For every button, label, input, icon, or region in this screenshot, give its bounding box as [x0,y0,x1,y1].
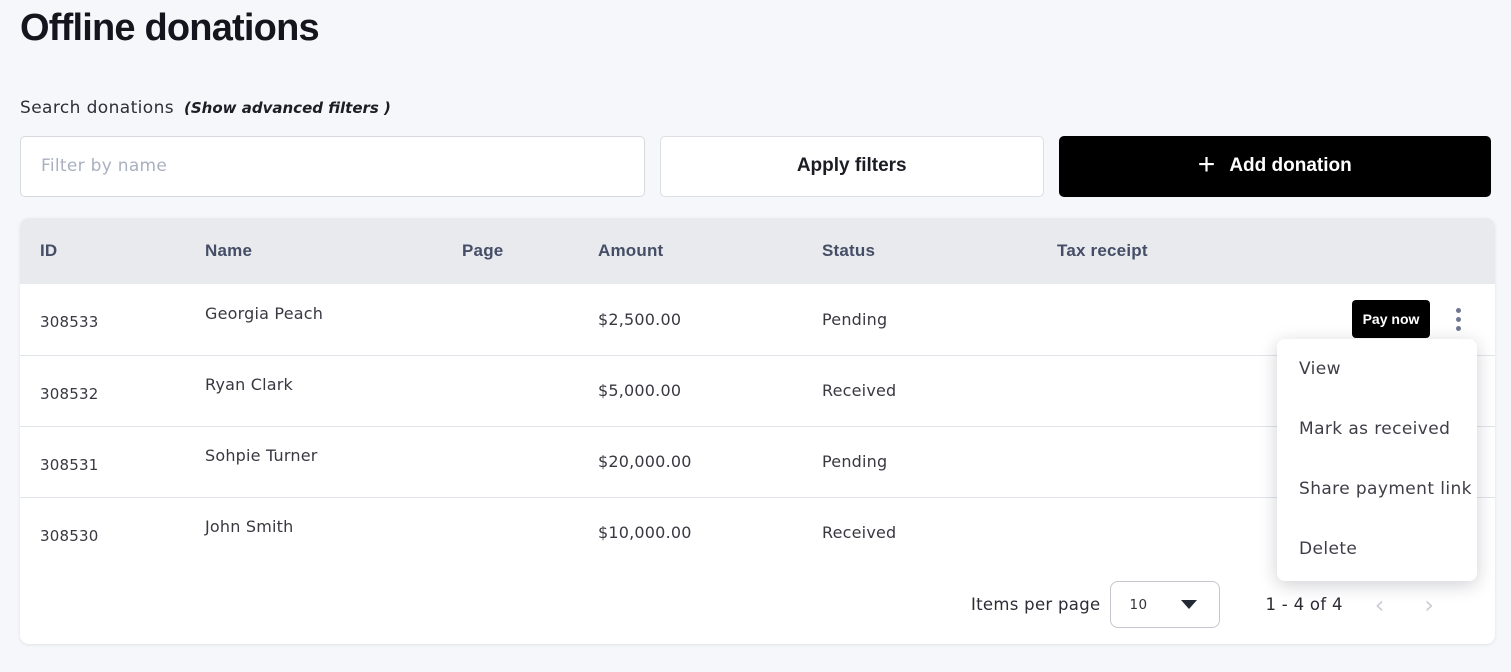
filter-by-name-input[interactable] [20,136,645,197]
cell-amount: $2,500.00 [578,310,802,329]
table-row: 308531 Sohpie Turner $20,000.00 Pending [20,426,1495,497]
items-per-page-label: Items per page [971,595,1100,614]
table-row: 308530 John Smith $10,000.00 Received [20,497,1495,568]
cell-amount: $5,000.00 [578,381,802,400]
items-per-page-select[interactable]: 10 [1110,581,1220,628]
show-advanced-filters-link[interactable]: (Show advanced filters ) [184,99,391,117]
column-header-page: Page [442,241,578,261]
cell-id: 308533 [20,313,185,331]
page-title: Offline donations [20,8,1491,50]
menu-item-delete[interactable]: Delete [1277,519,1477,579]
cell-id: 308530 [20,527,185,545]
table-header-row: ID Name Page Amount Status Tax receipt [20,218,1495,284]
column-header-tax-receipt: Tax receipt [1037,241,1220,261]
cell-amount: $10,000.00 [578,523,802,542]
column-header-status: Status [802,241,1037,261]
table-footer: Items per page 10 1 - 4 of 4 ‹ › [20,568,1495,642]
column-header-amount: Amount [578,241,802,261]
cell-status: Pending [802,310,1037,329]
next-page-icon[interactable]: › [1418,593,1440,617]
menu-item-mark-as-received[interactable]: Mark as received [1277,399,1477,459]
items-per-page-value: 10 [1129,597,1147,613]
add-donation-button[interactable]: + Add donation [1059,136,1491,197]
cell-status: Received [802,523,1037,542]
column-header-id: ID [20,241,185,261]
search-donations-label: Search donations [20,98,174,118]
previous-page-icon[interactable]: ‹ [1369,593,1391,617]
donations-table: ID Name Page Amount Status Tax receipt 3… [20,218,1495,644]
pagination-range-label: 1 - 4 of 4 [1265,595,1342,614]
apply-filters-button[interactable]: Apply filters [660,136,1044,197]
add-donation-label: Add donation [1229,155,1351,177]
cell-actions: Pay now [1220,300,1495,338]
apply-filters-label: Apply filters [797,155,907,177]
cell-amount: $20,000.00 [578,452,802,471]
cell-status: Received [802,381,1037,400]
cell-name: Ryan Clark [185,375,442,394]
filter-bar: Apply filters + Add donation [20,136,1491,197]
cell-id: 308532 [20,385,185,403]
column-header-name: Name [185,241,442,261]
cell-name: John Smith [185,517,442,536]
table-row: 308532 Ryan Clark $5,000.00 Received [20,355,1495,426]
table-row: 308533 Georgia Peach $2,500.00 Pending P… [20,284,1495,355]
cell-name: Sohpie Turner [185,446,442,465]
pay-now-button[interactable]: Pay now [1352,300,1430,338]
cell-name: Georgia Peach [185,304,442,323]
search-label-row: Search donations (Show advanced filters … [20,98,1491,118]
menu-item-view[interactable]: View [1277,339,1477,399]
row-overflow-menu-icon[interactable] [1452,304,1465,335]
menu-item-share-payment-link[interactable]: Share payment link [1277,459,1477,519]
row-context-menu: View Mark as received Share payment link… [1277,339,1477,581]
offline-donations-page: Offline donations Search donations (Show… [0,0,1511,644]
cell-id: 308531 [20,456,185,474]
cell-status: Pending [802,452,1037,471]
chevron-down-icon [1181,600,1197,609]
